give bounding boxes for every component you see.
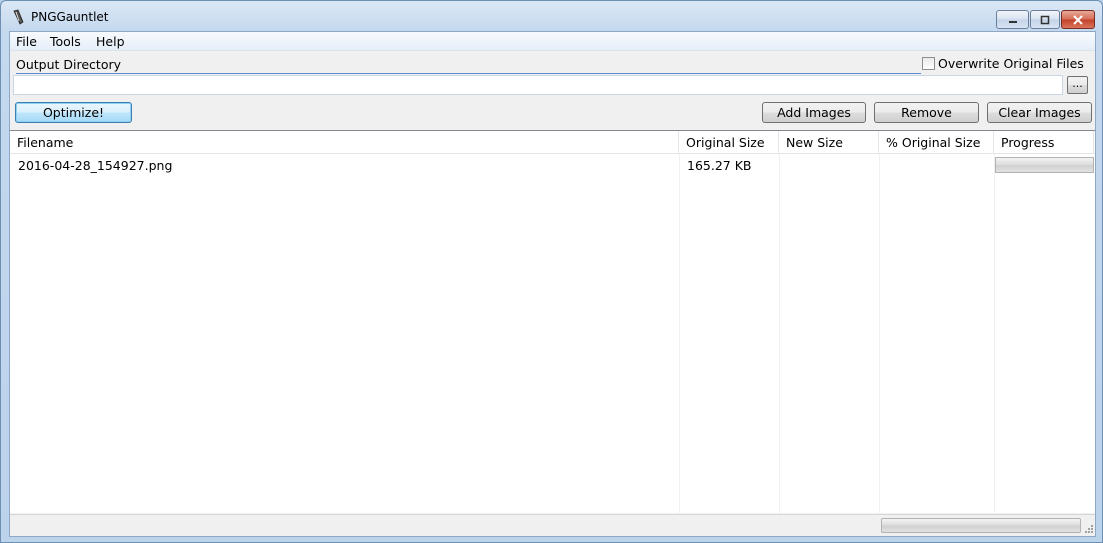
column-header-new-size[interactable]: New Size	[779, 131, 879, 154]
resize-grip-icon[interactable]	[1083, 523, 1094, 534]
menu-tools[interactable]: Tools	[50, 34, 81, 49]
column-header-original-size[interactable]: Original Size	[679, 131, 779, 154]
close-icon	[1062, 11, 1094, 28]
title-bar[interactable]: PNGGauntlet	[1, 1, 1102, 31]
column-header-percent-original[interactable]: % Original Size	[879, 131, 994, 154]
pen-nib-icon	[11, 9, 27, 25]
cell-filename: 2016-04-28_154927.png	[18, 158, 173, 173]
close-button[interactable]	[1061, 10, 1095, 29]
app-window: PNGGauntlet File Tools Help Output Direc…	[0, 0, 1103, 543]
output-directory-input[interactable]	[13, 75, 1063, 95]
output-directory-label: Output Directory	[16, 57, 122, 72]
column-divider	[779, 154, 780, 514]
clear-images-button[interactable]: Clear Images	[987, 102, 1092, 123]
output-directory-divider	[16, 73, 921, 74]
overwrite-option[interactable]: Overwrite Original Files	[922, 56, 1084, 71]
table-row[interactable]: 2016-04-28_154927.png 165.27 KB	[10, 155, 1095, 175]
status-bar	[10, 514, 1095, 536]
remove-button[interactable]: Remove	[874, 102, 979, 123]
menu-help[interactable]: Help	[96, 34, 125, 49]
column-header-progress[interactable]: Progress	[994, 131, 1094, 154]
menu-bar: File Tools Help	[10, 32, 1095, 51]
maximize-button[interactable]	[1030, 10, 1060, 29]
overall-progress-bar	[881, 518, 1081, 533]
column-divider	[994, 154, 995, 514]
overwrite-checkbox[interactable]	[922, 57, 935, 70]
row-progress-bar	[995, 157, 1094, 173]
cell-original-size: 165.27 KB	[687, 158, 752, 173]
client-area: File Tools Help Output Directory Overwri…	[9, 31, 1096, 537]
column-divider	[879, 154, 880, 514]
minimize-button[interactable]	[996, 10, 1029, 29]
maximize-icon	[1031, 11, 1059, 28]
column-divider	[679, 154, 680, 514]
file-list[interactable]: Filename Original Size New Size % Origin…	[10, 130, 1095, 514]
list-header: Filename Original Size New Size % Origin…	[10, 131, 1095, 154]
window-title: PNGGauntlet	[31, 10, 109, 24]
overwrite-label: Overwrite Original Files	[938, 56, 1084, 71]
add-images-button[interactable]: Add Images	[762, 102, 866, 123]
optimize-button[interactable]: Optimize!	[15, 102, 132, 123]
browse-button[interactable]: ...	[1067, 76, 1088, 94]
menu-file[interactable]: File	[16, 34, 37, 49]
minimize-icon	[997, 11, 1028, 28]
column-header-filename[interactable]: Filename	[10, 131, 679, 154]
